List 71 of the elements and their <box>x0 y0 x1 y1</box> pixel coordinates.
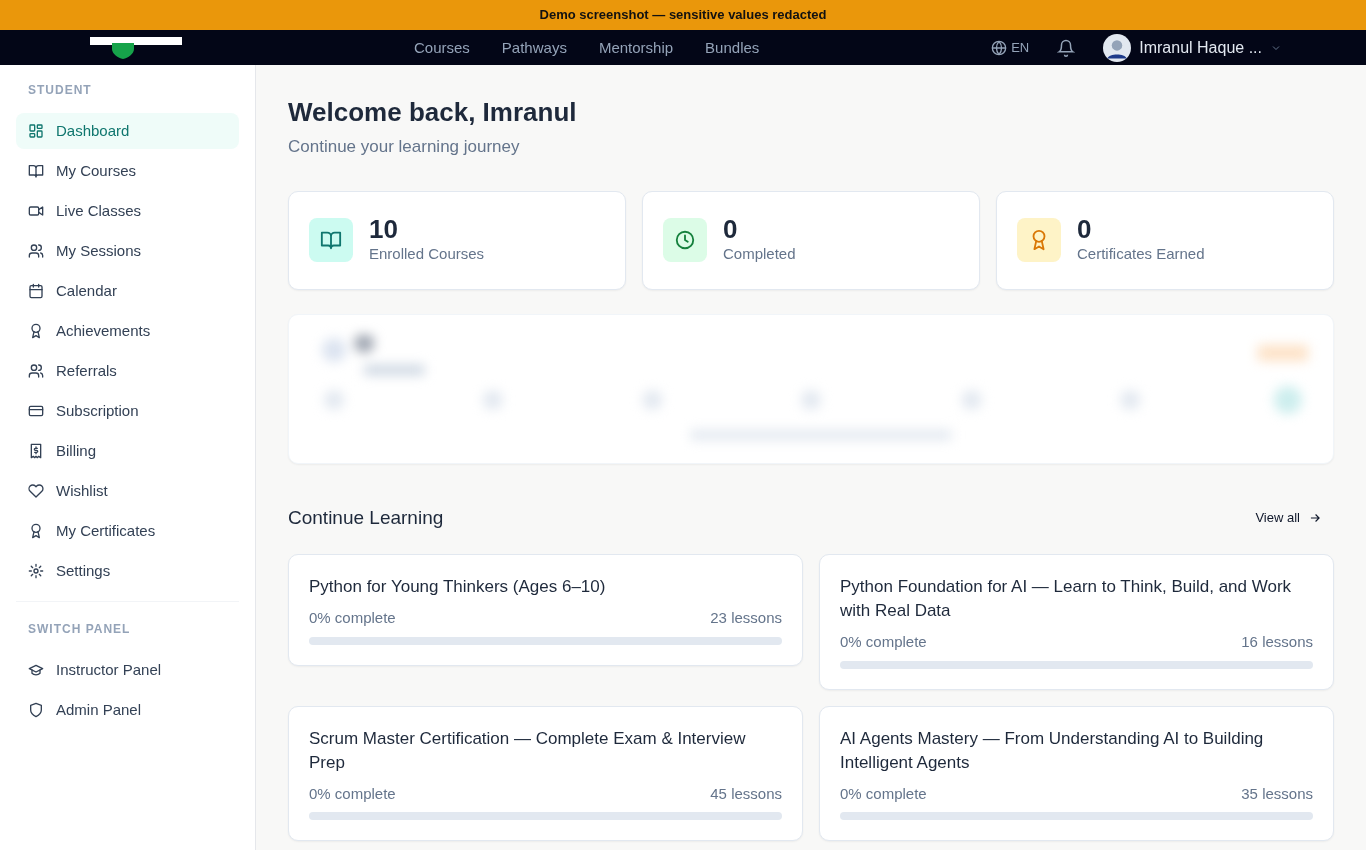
sidebar-item[interactable]: My Certificates <box>16 513 239 549</box>
section-title: Continue Learning <box>288 505 444 530</box>
lesson-count: 45 lessons <box>710 783 782 804</box>
sidebar-item[interactable]: Achievements <box>16 313 239 349</box>
course-card[interactable]: Scrum Master Certification — Complete Exam & Interview Prep 0% complete 45 lessons <box>288 705 803 842</box>
lesson-count: 35 lessons <box>1241 783 1313 804</box>
heart-icon <box>28 483 44 499</box>
nav-link[interactable]: Pathways <box>501 38 567 57</box>
user-menu[interactable]: Imranul Haque ... <box>1103 33 1282 62</box>
course-title: Scrum Master Certification — Complete Exam & Interview Prep <box>309 727 747 774</box>
calendar-icon <box>28 283 44 299</box>
settings-icon <box>28 563 44 579</box>
sidebar-item[interactable]: Admin Panel <box>16 692 239 728</box>
lesson-count: 23 lessons <box>710 608 782 629</box>
language-selector[interactable]: EN <box>991 37 1030 58</box>
page-title: Welcome back, Imranul <box>288 97 578 129</box>
notification-icon[interactable] <box>1057 38 1076 57</box>
globe-icon <box>991 39 1008 56</box>
stat-value: 0 <box>1077 214 1093 244</box>
sidebar-item[interactable]: Wishlist <box>16 473 239 509</box>
stat-label: Completed <box>723 244 796 265</box>
book-icon <box>28 163 44 179</box>
grid-icon <box>28 123 44 139</box>
view-all-link[interactable]: View all <box>1255 508 1322 528</box>
avatar-icon <box>1103 33 1132 62</box>
progress-label: 0% complete <box>309 783 396 804</box>
award-icon <box>28 323 44 339</box>
clock-icon <box>674 229 696 252</box>
book-icon <box>320 229 342 252</box>
sidebar-item[interactable]: Dashboard <box>16 113 239 149</box>
sidebar-item[interactable]: Billing <box>16 433 239 469</box>
section-heading: SWITCH PANEL <box>27 621 132 638</box>
stat-label: Enrolled Courses <box>369 244 485 265</box>
course-card[interactable]: Python Foundation for AI — Learn to Think, Build, and Work with Real Data 0% complete 16 lessons <box>819 554 1334 690</box>
sidebar-item[interactable]: My Sessions <box>16 233 239 269</box>
stat-label: Certificates Earned <box>1077 244 1205 265</box>
demo-banner: Demo screenshot — sensitive values redacted <box>0 0 1366 30</box>
users-icon <box>28 363 44 379</box>
course-card[interactable]: AI Agents Mastery — From Understanding AI to Building Intelligent Agents 0% complete 35 lessons <box>819 705 1334 842</box>
logo-icon <box>90 36 182 59</box>
users-icon <box>28 243 44 259</box>
nav-link[interactable]: Mentorship <box>598 38 674 57</box>
stat-value: 0 <box>723 214 739 244</box>
lesson-count: 16 lessons <box>1241 632 1313 653</box>
sidebar-item[interactable]: My Courses <box>16 153 239 189</box>
progress-label: 0% complete <box>840 783 927 804</box>
shield-icon <box>28 702 44 718</box>
language-label: EN <box>1011 38 1030 57</box>
sidebar-item[interactable]: Calendar <box>16 273 239 309</box>
course-title: Python Foundation for AI — Learn to Think, Build, and Work with Real Data <box>840 576 1293 623</box>
course-card[interactable]: Python for Young Thinkers (Ages 6–10) 0% complete 23 lessons <box>288 554 803 666</box>
stat-value: 10 <box>369 214 399 244</box>
progress-label: 0% complete <box>309 608 396 629</box>
page-subtitle: Continue your learning journey <box>288 136 521 159</box>
sidebar-item[interactable]: Instructor Panel <box>16 652 239 688</box>
progress-label: 0% complete <box>840 632 927 653</box>
award-icon <box>28 523 44 539</box>
nav-link[interactable]: Courses <box>414 38 470 57</box>
course-title: AI Agents Mastery — From Understanding AI to Building Intelligent Agents <box>840 727 1265 774</box>
sidebar-item[interactable]: Referrals <box>16 353 239 389</box>
course-title: Python for Young Thinkers (Ages 6–10) <box>309 576 607 599</box>
sidebar-item[interactable]: Live Classes <box>16 193 239 229</box>
video-camera-icon <box>28 203 44 219</box>
credit-card-icon <box>28 403 44 419</box>
section-heading: STUDENT <box>27 82 93 99</box>
sidebar-item[interactable]: Subscription <box>16 393 239 429</box>
graduation-cap-icon <box>28 662 44 678</box>
receipt-icon <box>28 443 44 459</box>
sidebar-item[interactable]: Settings <box>16 553 239 589</box>
nav-link[interactable]: Bundles <box>705 38 760 57</box>
user-name: Imranul Haque ... <box>1139 37 1262 58</box>
